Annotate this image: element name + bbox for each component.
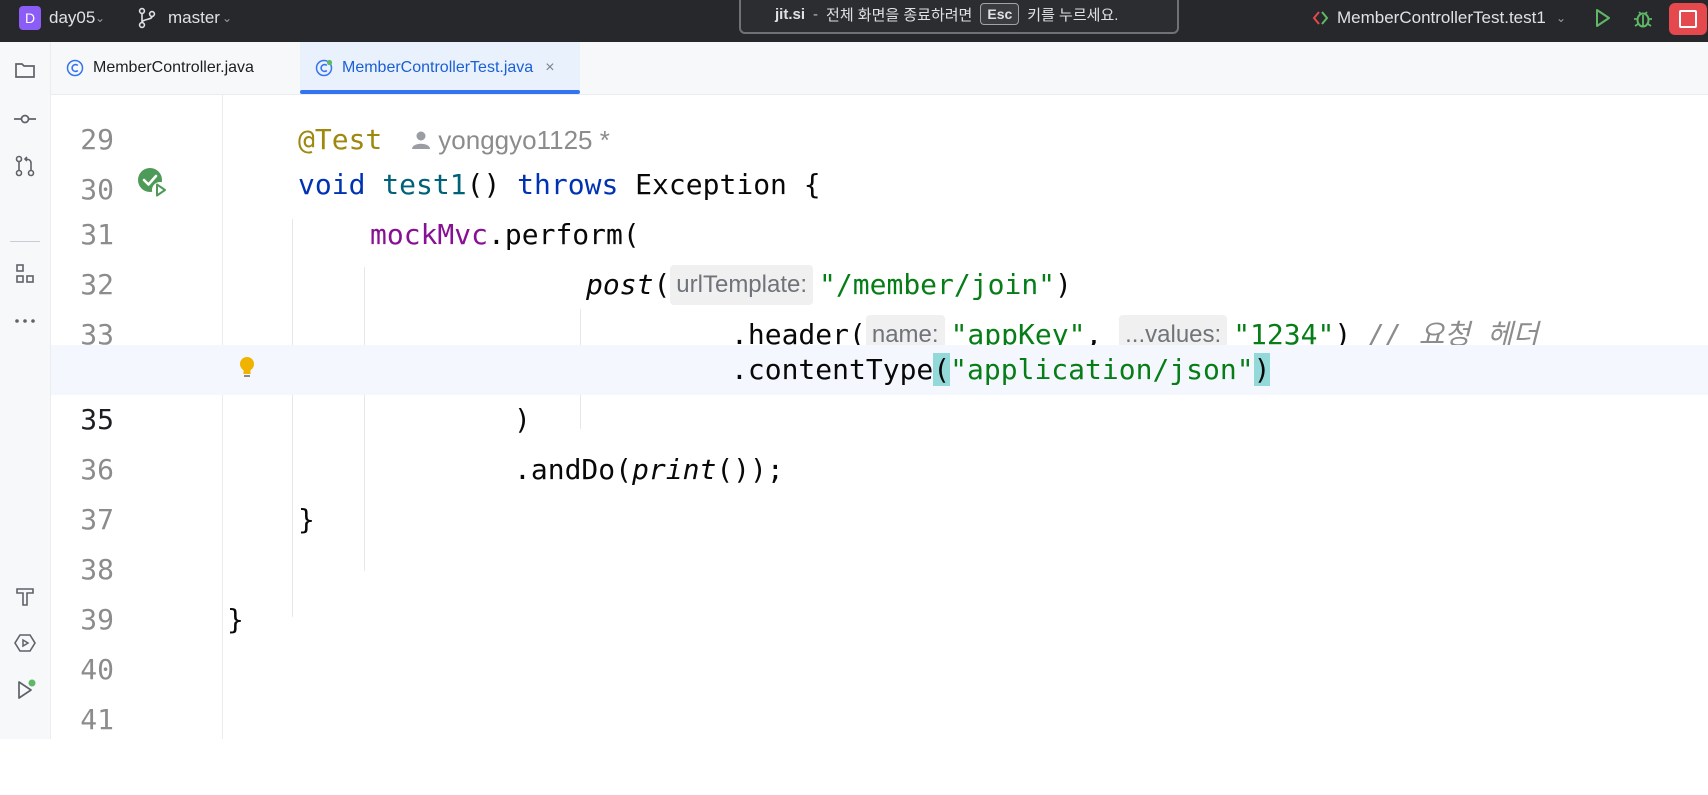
code-line: 39 <box>51 545 1708 636</box>
run-test-gutter-icon[interactable] <box>137 167 169 199</box>
project-folder-icon[interactable] <box>13 58 37 82</box>
chevron-down-icon[interactable]: ⌄ <box>1556 11 1566 25</box>
punct-token: ()); <box>716 453 784 486</box>
code-content: ) <box>514 395 531 445</box>
author-hint[interactable]: yonggyo1125 * <box>410 125 610 155</box>
code-line: 31 void test1() throws Exception { <box>51 160 1708 251</box>
code-line: 30 @Test yonggyo1125 * <box>51 115 1708 206</box>
project-badge[interactable]: D <box>19 6 41 30</box>
static-method-token: print <box>632 453 717 486</box>
stop-button[interactable] <box>1669 3 1707 35</box>
line-number: 41 <box>80 703 114 736</box>
code-content: @Test yonggyo1125 * <box>298 115 610 165</box>
current-code-line: 35 .contentType("application/json") <box>51 345 1708 436</box>
esc-key: Esc <box>980 3 1020 25</box>
type-token: Exception { <box>618 168 821 201</box>
matched-paren: ( <box>933 353 951 386</box>
services-icon[interactable] <box>13 631 37 655</box>
author-name: yonggyo1125 * <box>438 125 610 155</box>
structure-icon[interactable] <box>13 262 37 286</box>
code-content: post(urlTemplate: "/member/join") <box>586 260 1072 310</box>
code-line: 40 } <box>51 595 1708 686</box>
notice-site: jit.si <box>775 5 806 23</box>
project-name[interactable]: day05 <box>49 8 95 28</box>
run-configuration[interactable]: MemberControllerTest.test1 <box>1337 8 1546 28</box>
chevron-down-icon[interactable]: ⌄ <box>222 11 232 25</box>
static-method-token: post <box>586 268 654 301</box>
punct-token: () <box>466 168 518 201</box>
parameter-hint[interactable]: urlTemplate: <box>670 265 814 305</box>
tool-window-strip <box>0 42 51 739</box>
keyword-token: void <box>298 168 366 201</box>
code-content: } <box>298 495 315 545</box>
field-token: mockMvc <box>370 218 489 251</box>
notice-prefix: 전체 화면을 종료하려면 <box>826 6 973 24</box>
code-content: mockMvc.perform( <box>370 210 640 260</box>
code-line: 37 .andDo(print()); <box>51 445 1708 536</box>
code-line: 33 post(urlTemplate: "/member/join") <box>51 260 1708 351</box>
punct-token: ( <box>653 268 671 301</box>
method-call-token: .perform( <box>488 218 640 251</box>
code-content: .contentType("application/json") <box>731 345 1271 395</box>
debug-icon[interactable] <box>1631 6 1655 30</box>
test-config-icon <box>1312 11 1329 25</box>
punct-token: } <box>298 503 315 536</box>
keyword-token: throws <box>517 168 619 201</box>
method-call-token: .andDo( <box>514 453 633 486</box>
user-icon <box>412 131 431 149</box>
punct-token: } <box>227 603 244 636</box>
notice-suffix: 키를 누르세요. <box>1027 6 1119 24</box>
code-line: 29 <box>51 65 1708 156</box>
stop-icon <box>1679 10 1697 28</box>
notice-separator: - <box>813 5 819 23</box>
method-call-token: .contentType <box>731 353 934 386</box>
git-branch-icon <box>138 7 156 29</box>
more-tools-icon[interactable] <box>13 309 37 333</box>
run-tool-icon[interactable] <box>13 678 37 702</box>
pull-requests-icon[interactable] <box>13 154 37 178</box>
fullscreen-notice: jit.si - 전체 화면을 종료하려면 Esc 키를 누르세요. <box>739 0 1179 34</box>
build-hammer-icon[interactable] <box>13 584 37 608</box>
code-line: 38 } <box>51 495 1708 586</box>
code-editor[interactable]: 29 30 @Test yonggyo1125 * 31 void test1()… <box>51 95 1708 739</box>
code-line: 32 mockMvc.perform( <box>51 210 1708 301</box>
code-content: } <box>227 595 244 645</box>
punct-token: ) <box>514 403 531 436</box>
punct-token: ) <box>1055 268 1072 301</box>
string-token: "application/json" <box>950 353 1254 386</box>
code-line: 36 ) <box>51 395 1708 486</box>
code-line: 41 <box>51 645 1708 736</box>
annotation-token: @Test <box>298 123 383 156</box>
tool-separator <box>10 241 40 242</box>
run-icon[interactable] <box>1591 7 1613 29</box>
code-content: .andDo(print()); <box>514 445 784 495</box>
string-token: "/member/join" <box>819 268 1056 301</box>
branch-name[interactable]: master <box>168 8 220 28</box>
method-name-token: test1 <box>382 168 467 201</box>
matched-paren: ) <box>1253 353 1271 386</box>
title-bar: D day05 ⌄ master ⌄ jit.si - 전체 화면을 종료하려면… <box>0 0 1708 42</box>
chevron-down-icon[interactable]: ⌄ <box>95 11 105 25</box>
code-content: void test1() throws Exception { <box>298 160 821 210</box>
commit-icon[interactable] <box>13 107 37 131</box>
lightbulb-icon[interactable] <box>237 355 257 383</box>
